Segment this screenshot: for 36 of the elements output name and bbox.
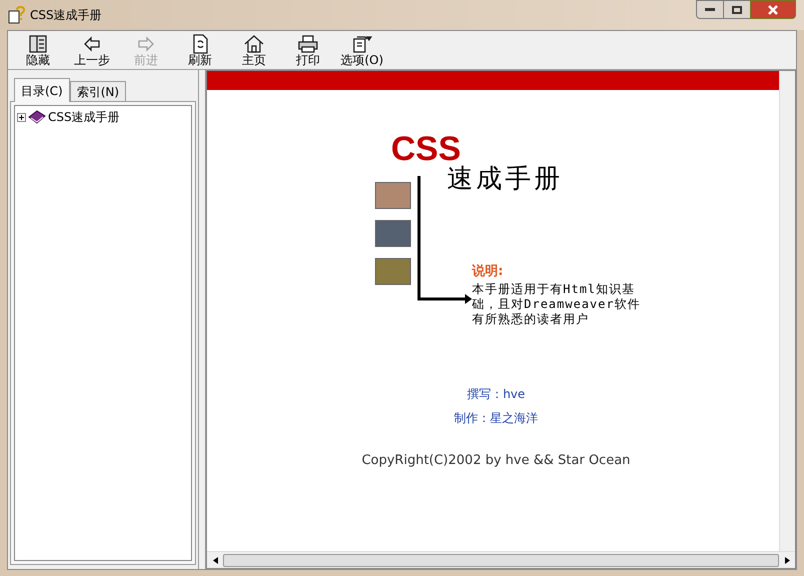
copyright-text: CopyRight(C)2002 by hve && Star Ocean	[362, 452, 630, 470]
horizontal-scrollbar[interactable]	[207, 551, 795, 568]
window-title: CSS速成手册	[30, 7, 102, 24]
close-button[interactable]	[750, 0, 796, 19]
right-arrow-icon[interactable]	[784, 556, 790, 564]
subtitle: 速成手册	[447, 164, 564, 194]
tab[interactable]: 目录(C)	[14, 78, 70, 102]
toolbar-button[interactable]: 隐藏	[14, 32, 62, 68]
author-text: 撰写：hve	[466, 386, 526, 402]
toolbar-button[interactable]: 主页	[230, 32, 278, 68]
tab[interactable]: 索引(N)	[70, 81, 126, 102]
toolbar-button[interactable]: 刷新	[176, 32, 224, 68]
photo-placeholder	[375, 182, 411, 209]
vertical-scrollbar[interactable]	[779, 71, 795, 551]
maximize-button[interactable]	[724, 0, 750, 19]
options-icon	[351, 34, 373, 54]
note-heading: 说明:	[472, 263, 504, 281]
expander[interactable]	[17, 112, 26, 122]
printer-icon	[297, 34, 319, 54]
minimize-button[interactable]	[696, 0, 724, 19]
help-icon	[8, 6, 26, 24]
toolbar-button[interactable]: 上一步	[68, 32, 116, 68]
photo-placeholder	[375, 258, 411, 285]
toolbar-button[interactable]: 打印	[284, 32, 332, 68]
tree-item[interactable]: CSS速成手册	[48, 108, 120, 126]
panel-icon	[27, 34, 49, 54]
close-icon	[768, 4, 778, 14]
home-icon	[243, 34, 265, 54]
toolbar-button[interactable]: 选项(O)	[338, 32, 386, 68]
note-text: 本手册适用于有Html知识基础，且对Dreamweaver软件有所熟悉的读者用户	[472, 282, 642, 326]
photo-placeholder	[375, 220, 411, 247]
scrollbar-thumb[interactable]	[223, 554, 779, 566]
maker-text: 制作：星之海洋	[454, 410, 538, 426]
book-icon	[28, 110, 46, 124]
logo-text: CSS	[390, 134, 461, 164]
left-arrow-icon[interactable]	[212, 556, 218, 564]
